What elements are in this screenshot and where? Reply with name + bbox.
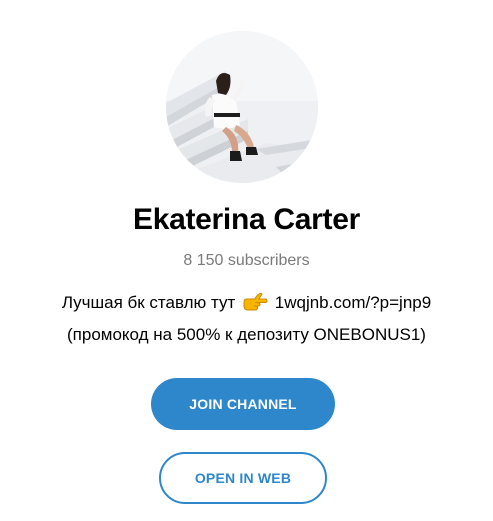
subscriber-count: 8 150 subscribers (183, 252, 310, 269)
description-text-start: Лучшая бк ставлю тут (61, 293, 236, 312)
description-line-1: Лучшая бк ставлю тут 1wqjnb.com/?p=jnp9 (0, 289, 493, 321)
channel-description: Лучшая бк ставлю тут 1wqjnb.com/?p=jnp9 … (0, 289, 493, 349)
open-in-web-button[interactable]: OPEN IN WEB (159, 452, 327, 504)
promo-link[interactable]: 1wqjnb.com/?p=jnp9 (275, 293, 431, 312)
channel-name: Ekaterina Carter (133, 203, 360, 236)
pointing-hand-icon (242, 292, 268, 321)
channel-avatar (166, 31, 318, 183)
description-line-2: (промокод на 500% к депозиту ONEBONUS1) (67, 325, 426, 344)
join-channel-button[interactable]: JOIN CHANNEL (151, 378, 335, 430)
avatar-photo (166, 31, 318, 183)
channel-preview-card: Ekaterina Carter 8 150 subscribers Лучша… (0, 0, 493, 521)
